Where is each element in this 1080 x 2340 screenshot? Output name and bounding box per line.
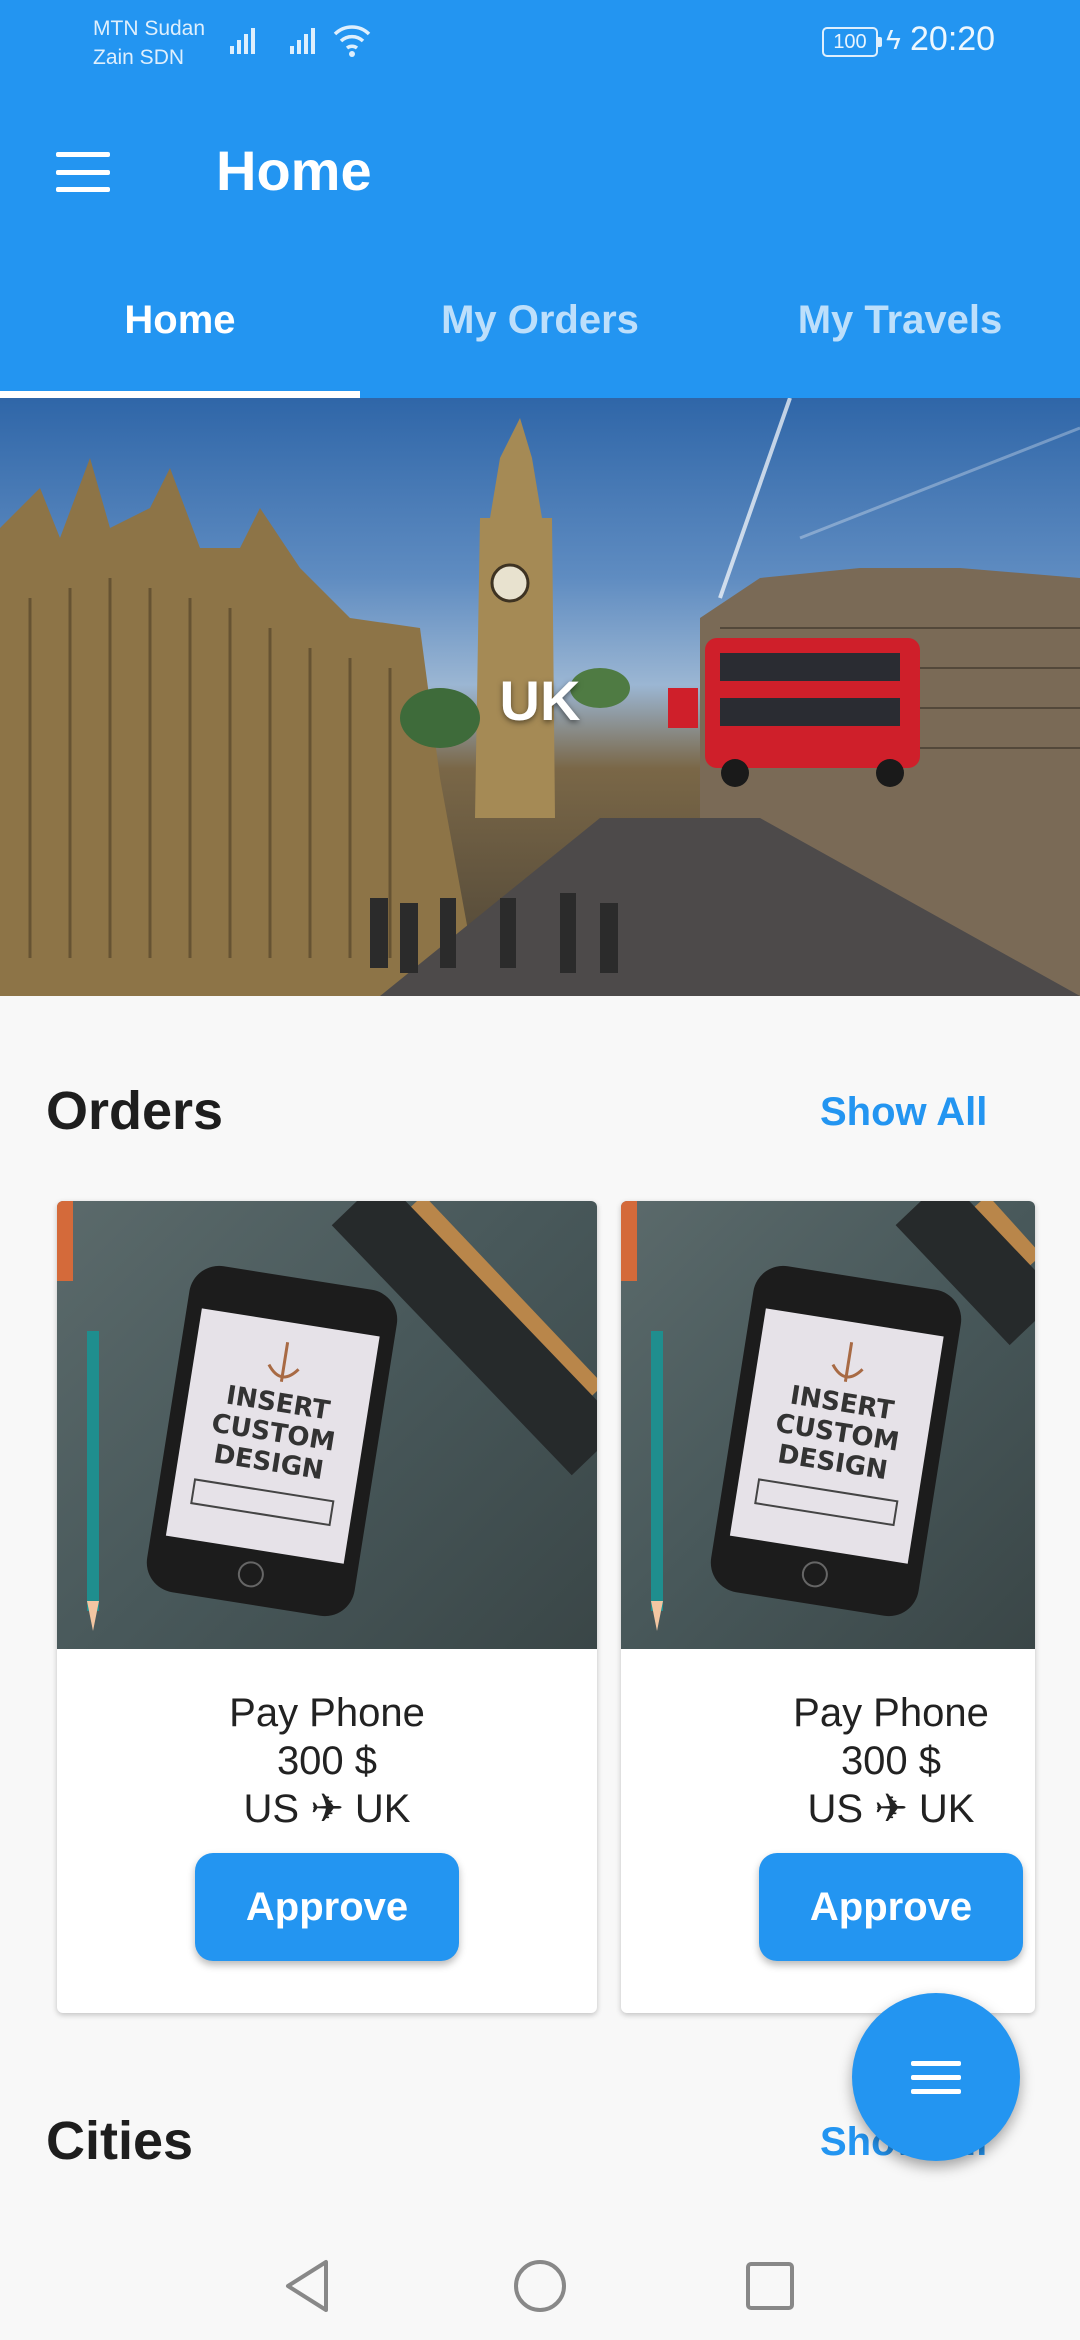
order-destination: UK: [918, 1787, 975, 1831]
approve-button[interactable]: Approve: [759, 1853, 1023, 1961]
home-circle-icon[interactable]: [510, 2256, 570, 2316]
tab-home[interactable]: Home: [0, 252, 360, 398]
carrier-2: Zain SDN: [93, 46, 185, 69]
order-details: Pay Phone 300 $ US ✈ UK: [621, 1689, 1035, 1833]
order-route: US ✈ UK: [57, 1785, 597, 1833]
order-product-image: INSERT CUSTOM DESIGN: [57, 1201, 597, 1649]
cities-section-title: Cities: [46, 2111, 194, 2171]
signal-icon: [290, 24, 315, 54]
signal-icon: [230, 24, 255, 54]
hamburger-menu-icon[interactable]: [40, 142, 126, 202]
order-product-image: INSERT CUSTOM DESIGN: [621, 1201, 1035, 1649]
order-price: 300 $: [840, 1739, 942, 1783]
status-bar: MTN Sudan Zain SDN 100 ϟ 20:20: [0, 0, 1080, 84]
charging-icon: ϟ: [886, 24, 901, 55]
system-navigation-bar: [0, 2220, 1080, 2340]
page-title: Home: [216, 139, 372, 202]
order-destination: UK: [354, 1787, 411, 1831]
order-origin: US: [807, 1787, 864, 1831]
order-name: Pay Phone: [793, 1691, 989, 1735]
recents-square-icon[interactable]: [740, 2256, 800, 2316]
status-time: 20:20: [910, 20, 996, 58]
order-card[interactable]: INSERT CUSTOM DESIGN Pay Phone 300 $ US …: [621, 1201, 1035, 2013]
carrier-names: MTN Sudan Zain SDN: [93, 14, 205, 72]
menu-icon: [911, 2060, 961, 2066]
tab-bar: Home My Orders My Travels: [0, 252, 1080, 398]
approve-button[interactable]: Approve: [195, 1853, 459, 1961]
order-details: Pay Phone 300 $ US ✈ UK: [57, 1689, 597, 1833]
orders-show-all-link[interactable]: Show All: [820, 1090, 987, 1135]
orders-section-title: Orders: [46, 1081, 224, 1141]
order-card[interactable]: INSERT CUSTOM DESIGN Pay Phone 300 $ US …: [57, 1201, 597, 2013]
wifi-icon: [333, 25, 371, 57]
order-price: 300 $: [276, 1739, 378, 1783]
hero-banner[interactable]: UK: [0, 398, 1080, 996]
menu-fab-button[interactable]: [852, 1993, 1020, 2161]
app-bar: Home: [0, 84, 1080, 252]
hero-country-label: UK: [499, 669, 581, 732]
airplane-icon: ✈: [874, 1787, 908, 1831]
back-icon[interactable]: [278, 2256, 338, 2316]
order-name: Pay Phone: [229, 1691, 425, 1735]
order-origin: US: [243, 1787, 300, 1831]
order-route: US ✈ UK: [621, 1785, 1035, 1833]
battery-icon: 100: [822, 27, 882, 57]
tab-my-orders[interactable]: My Orders: [360, 252, 720, 398]
airplane-icon: ✈: [310, 1787, 344, 1831]
tab-my-travels[interactable]: My Travels: [720, 252, 1080, 398]
carrier-1: MTN Sudan: [93, 17, 206, 40]
